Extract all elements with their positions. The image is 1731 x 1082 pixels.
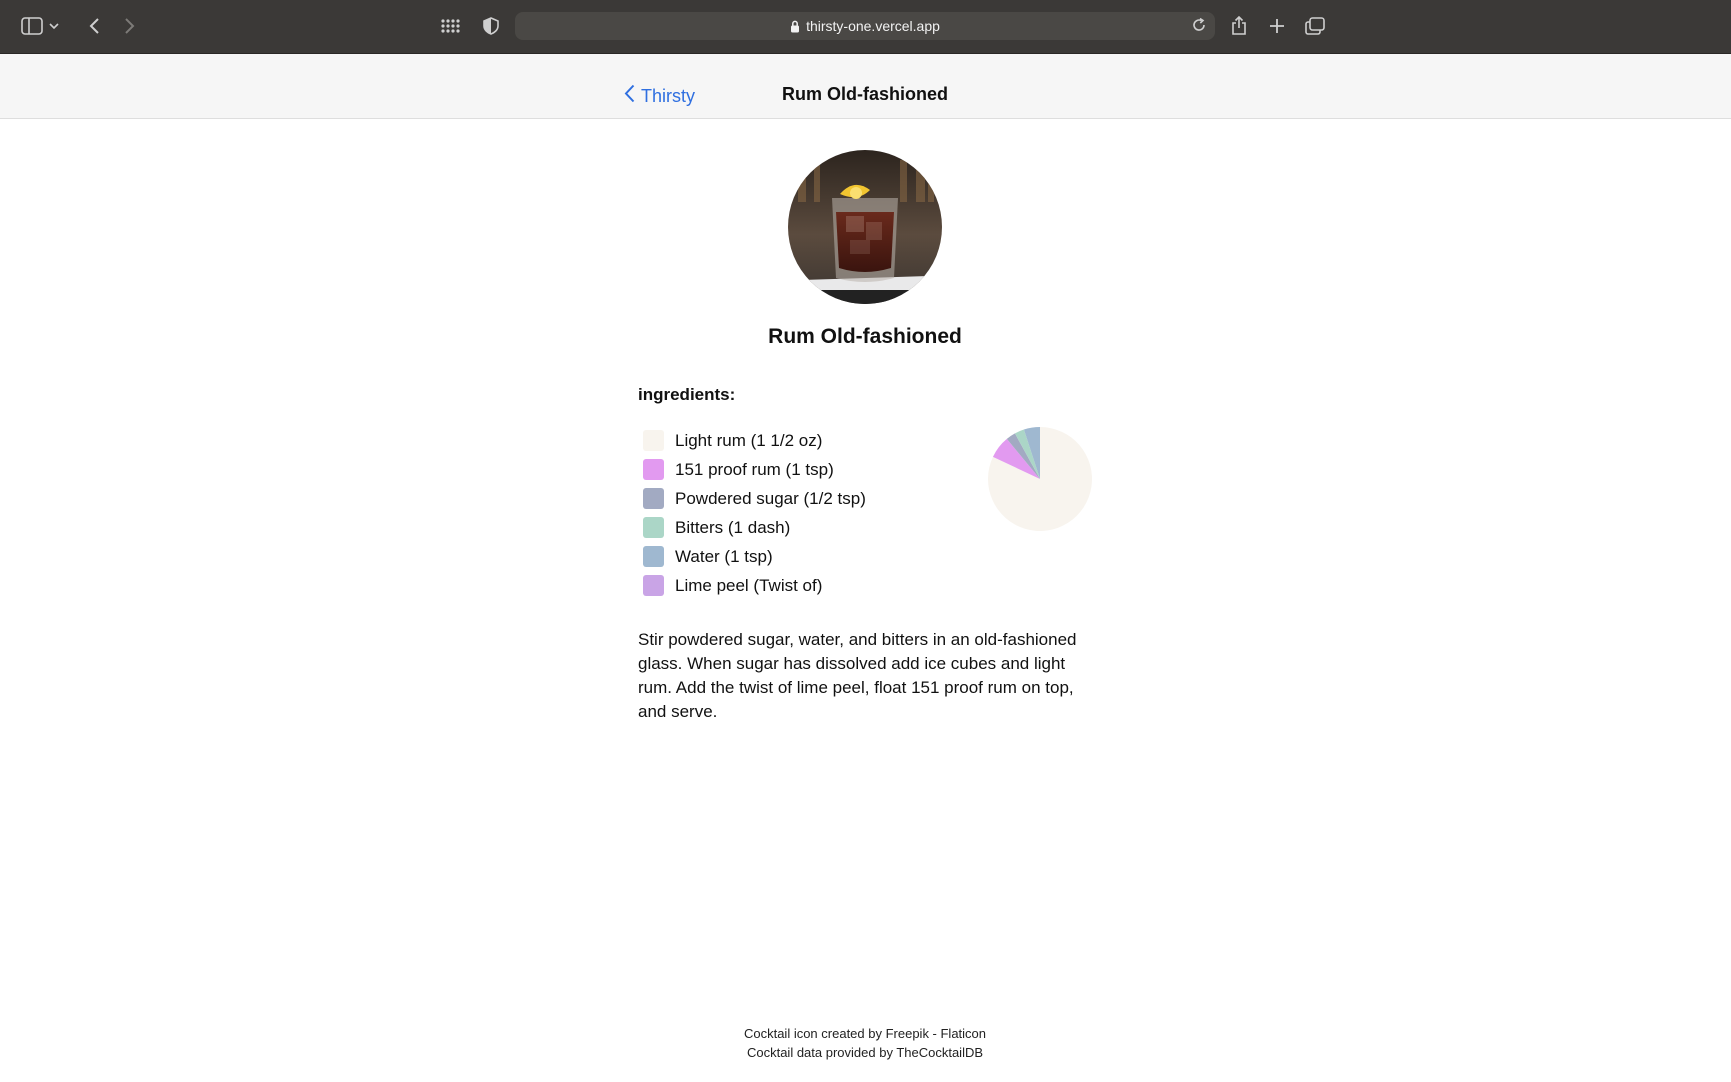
tabs-icon[interactable]	[1301, 12, 1329, 40]
back-link-label: Thirsty	[641, 85, 695, 106]
ingredient-item: Lime peel (Twist of)	[643, 571, 866, 600]
reload-icon[interactable]	[1191, 17, 1207, 36]
ingredient-label: Powdered sugar (1/2 tsp)	[675, 488, 866, 508]
sidebar-icon[interactable]	[18, 12, 46, 40]
ingredients-heading: ingredients:	[638, 385, 736, 404]
color-swatch	[643, 430, 664, 451]
ingredients-list: Light rum (1 1/2 oz) 151 proof rum (1 ts…	[643, 426, 866, 600]
drink-image	[788, 150, 942, 304]
grid-icon[interactable]	[436, 12, 464, 40]
back-link[interactable]: Thirsty	[624, 83, 695, 109]
forward-arrow-icon[interactable]	[116, 12, 144, 40]
instructions-text: Stir powdered sugar, water, and bitters …	[638, 630, 1077, 721]
share-icon[interactable]	[1225, 12, 1253, 40]
footer-credit-data: Cocktail data provided by TheCocktailDB	[746, 1045, 984, 1060]
ingredient-item: 151 proof rum (1 tsp)	[643, 455, 866, 484]
color-swatch	[643, 488, 664, 509]
color-swatch	[643, 575, 664, 596]
color-swatch	[643, 546, 664, 567]
lock-icon	[790, 20, 800, 33]
footer-credit-icons: Cocktail icon created by Freepik - Flati…	[743, 1026, 987, 1041]
shield-icon[interactable]	[477, 12, 505, 40]
ingredient-pie-chart	[988, 427, 1092, 531]
footer: Cocktail icon created by Freepik - Flati…	[600, 1024, 1130, 1062]
browser-toolbar: thirsty-one.vercel.app	[0, 0, 1731, 54]
color-swatch	[643, 459, 664, 480]
page-title: Rum Old-fashioned	[782, 84, 948, 104]
address-bar[interactable]: thirsty-one.vercel.app	[515, 12, 1215, 40]
chevron-left-icon	[624, 84, 641, 108]
ingredient-item: Bitters (1 dash)	[643, 513, 866, 542]
ingredient-item: Light rum (1 1/2 oz)	[643, 426, 866, 455]
ingredient-label: Lime peel (Twist of)	[675, 575, 823, 595]
ingredient-item: Powdered sugar (1/2 tsp)	[643, 484, 866, 513]
color-swatch	[643, 517, 664, 538]
ingredient-item: Water (1 tsp)	[643, 542, 866, 571]
chevron-down-icon[interactable]	[46, 12, 62, 40]
ingredient-label: Water (1 tsp)	[675, 546, 773, 566]
back-arrow-icon[interactable]	[80, 12, 108, 40]
drink-name: Rum Old-fashioned	[768, 325, 962, 348]
ingredient-label: 151 proof rum (1 tsp)	[675, 459, 834, 479]
ingredient-label: Light rum (1 1/2 oz)	[675, 430, 823, 450]
url-text: thirsty-one.vercel.app	[806, 18, 940, 34]
ingredient-label: Bitters (1 dash)	[675, 517, 791, 537]
plus-icon[interactable]	[1263, 12, 1291, 40]
